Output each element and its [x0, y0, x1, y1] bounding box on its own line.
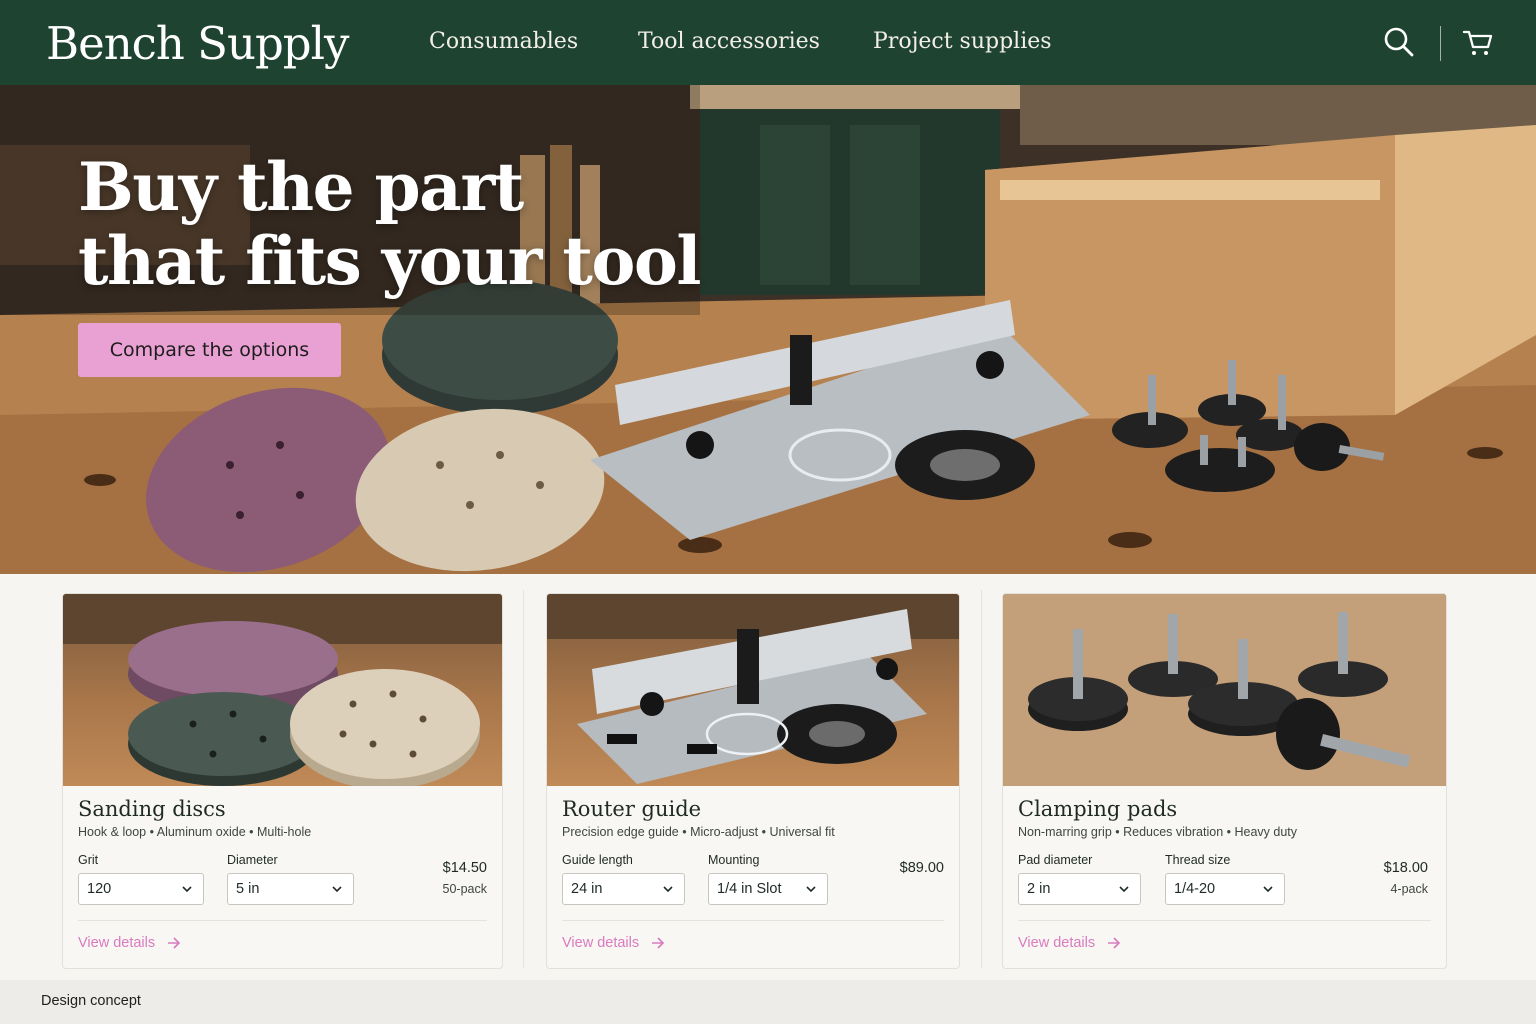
- product-image-router-guide[interactable]: [547, 594, 959, 786]
- chevron-down-icon: [332, 886, 342, 893]
- thread-size-select-value: 1/4-20: [1174, 881, 1216, 897]
- search-icon[interactable]: [1382, 25, 1416, 59]
- card-separator: [523, 590, 524, 968]
- product-image-clamping-pads[interactable]: [1003, 594, 1446, 786]
- pack-size: 4-pack: [1390, 882, 1428, 896]
- chevron-down-icon: [806, 886, 816, 893]
- mounting-select[interactable]: 1/4 in Slot: [708, 873, 828, 905]
- nav-project-supplies[interactable]: Project supplies: [873, 29, 1052, 54]
- product-subtitle: Non-marring grip • Reduces vibration • H…: [1018, 825, 1298, 839]
- card-divider: [562, 920, 944, 921]
- header-divider: [1440, 26, 1441, 61]
- option-label-mounting: Mounting: [708, 853, 760, 867]
- option-label-pad-diameter: Pad diameter: [1018, 853, 1093, 867]
- brand-logo[interactable]: Bench Supply: [46, 17, 349, 70]
- view-details-link[interactable]: View details: [562, 935, 665, 951]
- product-subtitle: Hook & loop • Aluminum oxide • Multi-hol…: [78, 825, 312, 839]
- option-label-thread-size: Thread size: [1165, 853, 1231, 867]
- view-details-label: View details: [78, 935, 156, 951]
- view-details-label: View details: [562, 935, 640, 951]
- chevron-down-icon: [1263, 886, 1273, 893]
- product-card-router-guide: Router guide Precision edge guide • Micr…: [546, 593, 960, 969]
- product-price: $89.00: [899, 860, 944, 876]
- view-details-link[interactable]: View details: [78, 935, 181, 951]
- option-label-guide-length: Guide length: [562, 853, 633, 867]
- product-title: Clamping pads: [1018, 797, 1178, 821]
- thread-size-select[interactable]: 1/4-20: [1165, 873, 1285, 905]
- hero-banner: Buy the part that fits your tool Compare…: [0, 85, 1536, 574]
- product-image-sanding-discs[interactable]: [63, 594, 502, 786]
- product-title: Router guide: [562, 797, 702, 821]
- product-title: Sanding discs: [78, 797, 226, 821]
- compare-options-button[interactable]: Compare the options: [78, 323, 341, 377]
- footer-bar: [0, 980, 1536, 1024]
- hero-title: Buy the part that fits your tool: [78, 148, 702, 300]
- pack-size: 50-pack: [442, 882, 487, 896]
- chevron-down-icon: [663, 886, 673, 893]
- arrow-right-icon: [652, 937, 665, 949]
- product-card-clamping-pads: Clamping pads Non-marring grip • Reduces…: [1002, 593, 1447, 969]
- hero-title-line-1: Buy the part: [78, 148, 524, 226]
- guide-length-select-value: 24 in: [571, 881, 603, 897]
- option-label-diameter: Diameter: [227, 853, 278, 867]
- chevron-down-icon: [1119, 886, 1129, 893]
- option-label-grit: Grit: [78, 853, 99, 867]
- card-divider: [1018, 920, 1431, 921]
- cart-icon[interactable]: [1461, 25, 1495, 59]
- nav-consumables[interactable]: Consumables: [429, 29, 578, 54]
- diameter-select-value: 5 in: [236, 881, 260, 897]
- pad-diameter-select[interactable]: 2 in: [1018, 873, 1141, 905]
- pad-diameter-select-value: 2 in: [1027, 881, 1051, 897]
- grit-select-value: 120: [87, 881, 112, 897]
- view-details-link[interactable]: View details: [1018, 935, 1121, 951]
- product-price: $18.00: [1383, 860, 1428, 876]
- arrow-right-icon: [1108, 937, 1121, 949]
- top-navigation-bar: Bench Supply Consumables Tool accessorie…: [0, 0, 1536, 85]
- view-details-label: View details: [1018, 935, 1096, 951]
- grit-select[interactable]: 120: [78, 873, 204, 905]
- guide-length-select[interactable]: 24 in: [562, 873, 685, 905]
- arrow-right-icon: [168, 937, 181, 949]
- product-subtitle: Precision edge guide • Micro-adjust • Un…: [562, 825, 835, 839]
- card-divider: [78, 920, 487, 921]
- mounting-select-value: 1/4 in Slot: [717, 881, 782, 897]
- product-price: $14.50: [442, 860, 487, 876]
- chevron-down-icon: [182, 886, 192, 893]
- diameter-select[interactable]: 5 in: [227, 873, 354, 905]
- hero-title-line-2: that fits your tool: [78, 222, 702, 300]
- card-separator: [981, 590, 982, 968]
- nav-tool-accessories[interactable]: Tool accessories: [638, 29, 820, 54]
- design-concept-label: Design concept: [41, 993, 141, 1009]
- product-card-sanding-discs: Sanding discs Hook & loop • Aluminum oxi…: [62, 593, 503, 969]
